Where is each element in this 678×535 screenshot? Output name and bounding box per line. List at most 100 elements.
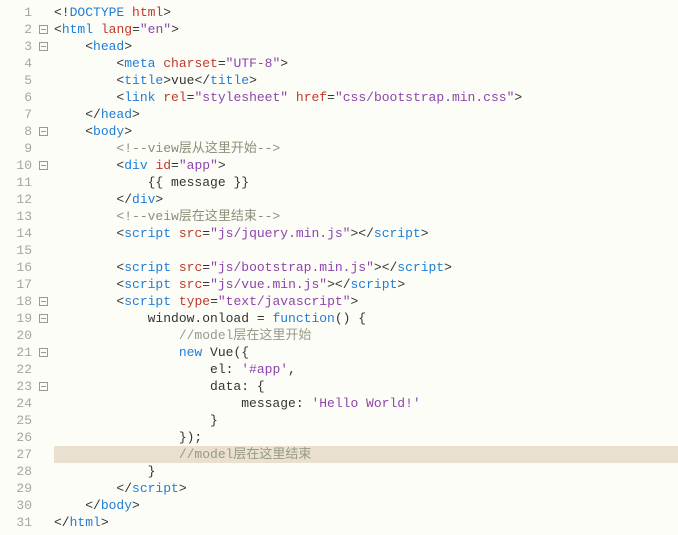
token: </ bbox=[54, 498, 101, 513]
fold-marker bbox=[36, 225, 50, 242]
token: script bbox=[132, 481, 179, 496]
line-number: 16 bbox=[8, 259, 32, 276]
line-number: 26 bbox=[8, 429, 32, 446]
token: "en" bbox=[140, 22, 171, 37]
token: = bbox=[202, 277, 210, 292]
token: script bbox=[124, 277, 171, 292]
token: < bbox=[54, 260, 124, 275]
line-number: 9 bbox=[8, 140, 32, 157]
line-number: 30 bbox=[8, 497, 32, 514]
fold-marker bbox=[36, 497, 50, 514]
token: meta bbox=[124, 56, 155, 71]
token: > bbox=[124, 39, 132, 54]
token: < bbox=[54, 277, 124, 292]
token: > bbox=[514, 90, 522, 105]
token: <!--view层从这里开始--> bbox=[116, 141, 280, 156]
token: head bbox=[101, 107, 132, 122]
token: rel bbox=[163, 90, 186, 105]
fold-marker[interactable] bbox=[36, 310, 50, 327]
code-line: </div> bbox=[54, 191, 678, 208]
token: }); bbox=[54, 430, 202, 445]
line-number: 29 bbox=[8, 480, 32, 497]
code-line: <meta charset="UTF-8"> bbox=[54, 55, 678, 72]
fold-marker[interactable] bbox=[36, 21, 50, 38]
fold-marker[interactable] bbox=[36, 378, 50, 395]
fold-marker[interactable] bbox=[36, 157, 50, 174]
fold-marker bbox=[36, 446, 50, 463]
fold-toggle-icon[interactable] bbox=[39, 314, 48, 323]
token: < bbox=[54, 294, 124, 309]
fold-toggle-icon[interactable] bbox=[39, 42, 48, 51]
fold-toggle-icon[interactable] bbox=[39, 127, 48, 136]
fold-marker bbox=[36, 361, 50, 378]
fold-marker[interactable] bbox=[36, 123, 50, 140]
fold-marker bbox=[36, 140, 50, 157]
token: script bbox=[397, 260, 444, 275]
token: div bbox=[132, 192, 155, 207]
token: </ bbox=[54, 481, 132, 496]
fold-toggle-icon[interactable] bbox=[39, 161, 48, 170]
token: < bbox=[54, 56, 124, 71]
fold-toggle-icon[interactable] bbox=[39, 348, 48, 357]
token: html bbox=[62, 22, 93, 37]
code-line: <script type="text/javascript"> bbox=[54, 293, 678, 310]
token: "js/vue.min.js" bbox=[210, 277, 327, 292]
token: "css/bootstrap.min.css" bbox=[335, 90, 514, 105]
token bbox=[171, 294, 179, 309]
code-line: <script src="js/vue.min.js"></script> bbox=[54, 276, 678, 293]
fold-marker bbox=[36, 259, 50, 276]
fold-marker[interactable] bbox=[36, 344, 50, 361]
fold-marker[interactable] bbox=[36, 38, 50, 55]
token: href bbox=[296, 90, 327, 105]
fold-toggle-icon[interactable] bbox=[39, 382, 48, 391]
token: </ bbox=[54, 107, 101, 122]
code-line: window.onload = function() { bbox=[54, 310, 678, 327]
token: charset bbox=[163, 56, 218, 71]
code-line: <script src="js/jquery.min.js"></script> bbox=[54, 225, 678, 242]
fold-marker bbox=[36, 412, 50, 429]
code-line: <!--veiw层在这里结束--> bbox=[54, 208, 678, 225]
code-line: //model层在这里开始 bbox=[54, 327, 678, 344]
token: > bbox=[155, 192, 163, 207]
code-line: </head> bbox=[54, 106, 678, 123]
fold-toggle-icon[interactable] bbox=[39, 25, 48, 34]
token: "UTF-8" bbox=[226, 56, 281, 71]
token: () { bbox=[335, 311, 366, 326]
fold-marker bbox=[36, 72, 50, 89]
token: <!--veiw层在这里结束--> bbox=[116, 209, 280, 224]
token bbox=[54, 141, 116, 156]
fold-marker[interactable] bbox=[36, 293, 50, 310]
token: > bbox=[179, 481, 187, 496]
token: html bbox=[132, 5, 163, 20]
token: > bbox=[171, 22, 179, 37]
fold-marker bbox=[36, 276, 50, 293]
code-line: message: 'Hello World!' bbox=[54, 395, 678, 412]
token: } bbox=[54, 413, 218, 428]
token: 'Hello World!' bbox=[311, 396, 420, 411]
fold-toggle-icon[interactable] bbox=[39, 297, 48, 306]
line-number: 31 bbox=[8, 514, 32, 531]
token: {{ message }} bbox=[148, 175, 249, 190]
token: ></ bbox=[351, 226, 374, 241]
token: ></ bbox=[374, 260, 397, 275]
code-line: <head> bbox=[54, 38, 678, 55]
token: = bbox=[327, 90, 335, 105]
token: > bbox=[163, 73, 171, 88]
token: > bbox=[249, 73, 257, 88]
code-line: {{ message }} bbox=[54, 174, 678, 191]
code-line: data: { bbox=[54, 378, 678, 395]
token: ></ bbox=[327, 277, 350, 292]
token: > bbox=[132, 107, 140, 122]
line-number: 24 bbox=[8, 395, 32, 412]
line-number: 8 bbox=[8, 123, 32, 140]
line-number-gutter: 1234567891011121314151617181920212223242… bbox=[0, 0, 36, 535]
line-number: 5 bbox=[8, 72, 32, 89]
token: script bbox=[124, 260, 171, 275]
token bbox=[124, 5, 132, 20]
token: body bbox=[93, 124, 124, 139]
code-line: <title>vue</title> bbox=[54, 72, 678, 89]
token: > bbox=[397, 277, 405, 292]
token: src bbox=[179, 226, 202, 241]
token: Vue({ bbox=[202, 345, 249, 360]
token: window.onload = bbox=[54, 311, 272, 326]
